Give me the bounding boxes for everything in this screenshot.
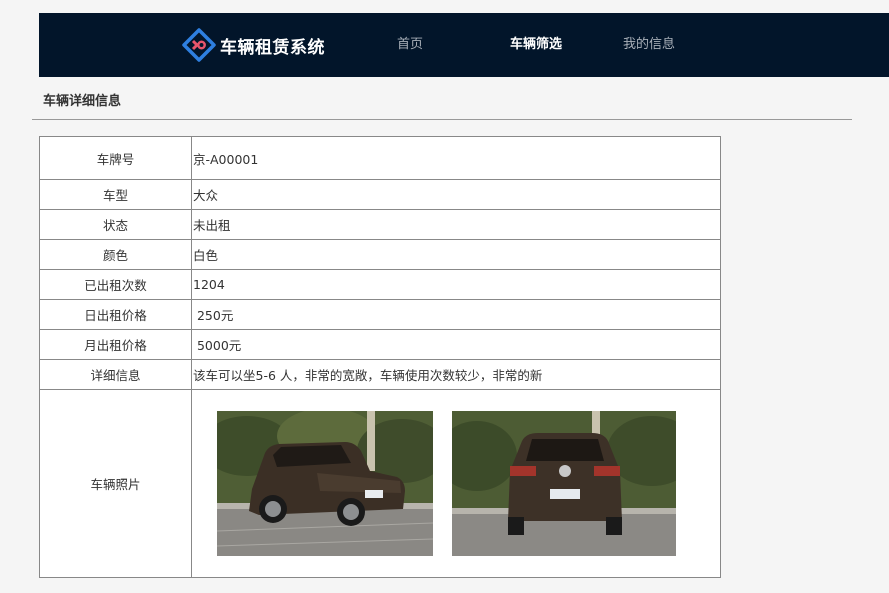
- daily-price-label: 日出租价格: [39, 299, 192, 330]
- table-row: 车牌号 京-A00001: [39, 136, 721, 180]
- table-row: 状态 未出租: [39, 209, 721, 240]
- photo-gallery: [193, 411, 720, 556]
- table-row: 颜色 白色: [39, 239, 721, 270]
- table-row: 车型 大众: [39, 179, 721, 210]
- color-value: 白色: [191, 239, 721, 270]
- nav-my-info[interactable]: 我的信息: [623, 35, 675, 55]
- nav-vehicle-filter[interactable]: 车辆筛选: [510, 35, 562, 55]
- rental-count-label: 已出租次数: [39, 269, 192, 300]
- monthly-price-label: 月出租价格: [39, 329, 192, 360]
- section-divider: [32, 119, 852, 120]
- table-row: 已出租次数 1204: [39, 269, 721, 300]
- car-rear-photo[interactable]: [452, 411, 676, 556]
- table-row: 详细信息 该车可以坐5-6 人，非常的宽敞，车辆使用次数较少，非常的新: [39, 359, 721, 390]
- model-label: 车型: [39, 179, 192, 210]
- plate-label: 车牌号: [39, 136, 192, 180]
- top-navbar: 车辆租赁系统 首页 车辆筛选 我的信息: [39, 13, 889, 77]
- description-value: 该车可以坐5-6 人，非常的宽敞，车辆使用次数较少，非常的新: [191, 359, 721, 390]
- status-value: 未出租: [191, 209, 721, 240]
- rental-count-value: 1204: [191, 269, 721, 300]
- table-row: 月出租价格 5000元: [39, 329, 721, 360]
- description-label: 详细信息: [39, 359, 192, 390]
- photos-label: 车辆照片: [39, 389, 192, 578]
- table-row: 日出租价格 250元: [39, 299, 721, 330]
- status-label: 状态: [39, 209, 192, 240]
- nav-home[interactable]: 首页: [397, 35, 423, 55]
- brand-logo[interactable]: 车辆租赁系统: [182, 28, 325, 62]
- section-title: 车辆详细信息: [43, 94, 122, 109]
- car-front-photo[interactable]: [217, 411, 433, 556]
- monthly-price-value: 5000元: [191, 329, 721, 360]
- daily-price-value: 250元: [191, 299, 721, 330]
- photos-cell: [191, 389, 721, 578]
- table-row: 车辆照片: [39, 389, 721, 578]
- plate-value: 京-A00001: [191, 136, 721, 180]
- brand-name: 车辆租赁系统: [220, 37, 325, 58]
- color-label: 颜色: [39, 239, 192, 270]
- model-value: 大众: [191, 179, 721, 210]
- diamond-logo-icon: [182, 28, 216, 62]
- vehicle-detail-table: 车牌号 京-A00001 车型 大众 状态 未出租 颜色 白色 已出租次数 12…: [39, 136, 721, 578]
